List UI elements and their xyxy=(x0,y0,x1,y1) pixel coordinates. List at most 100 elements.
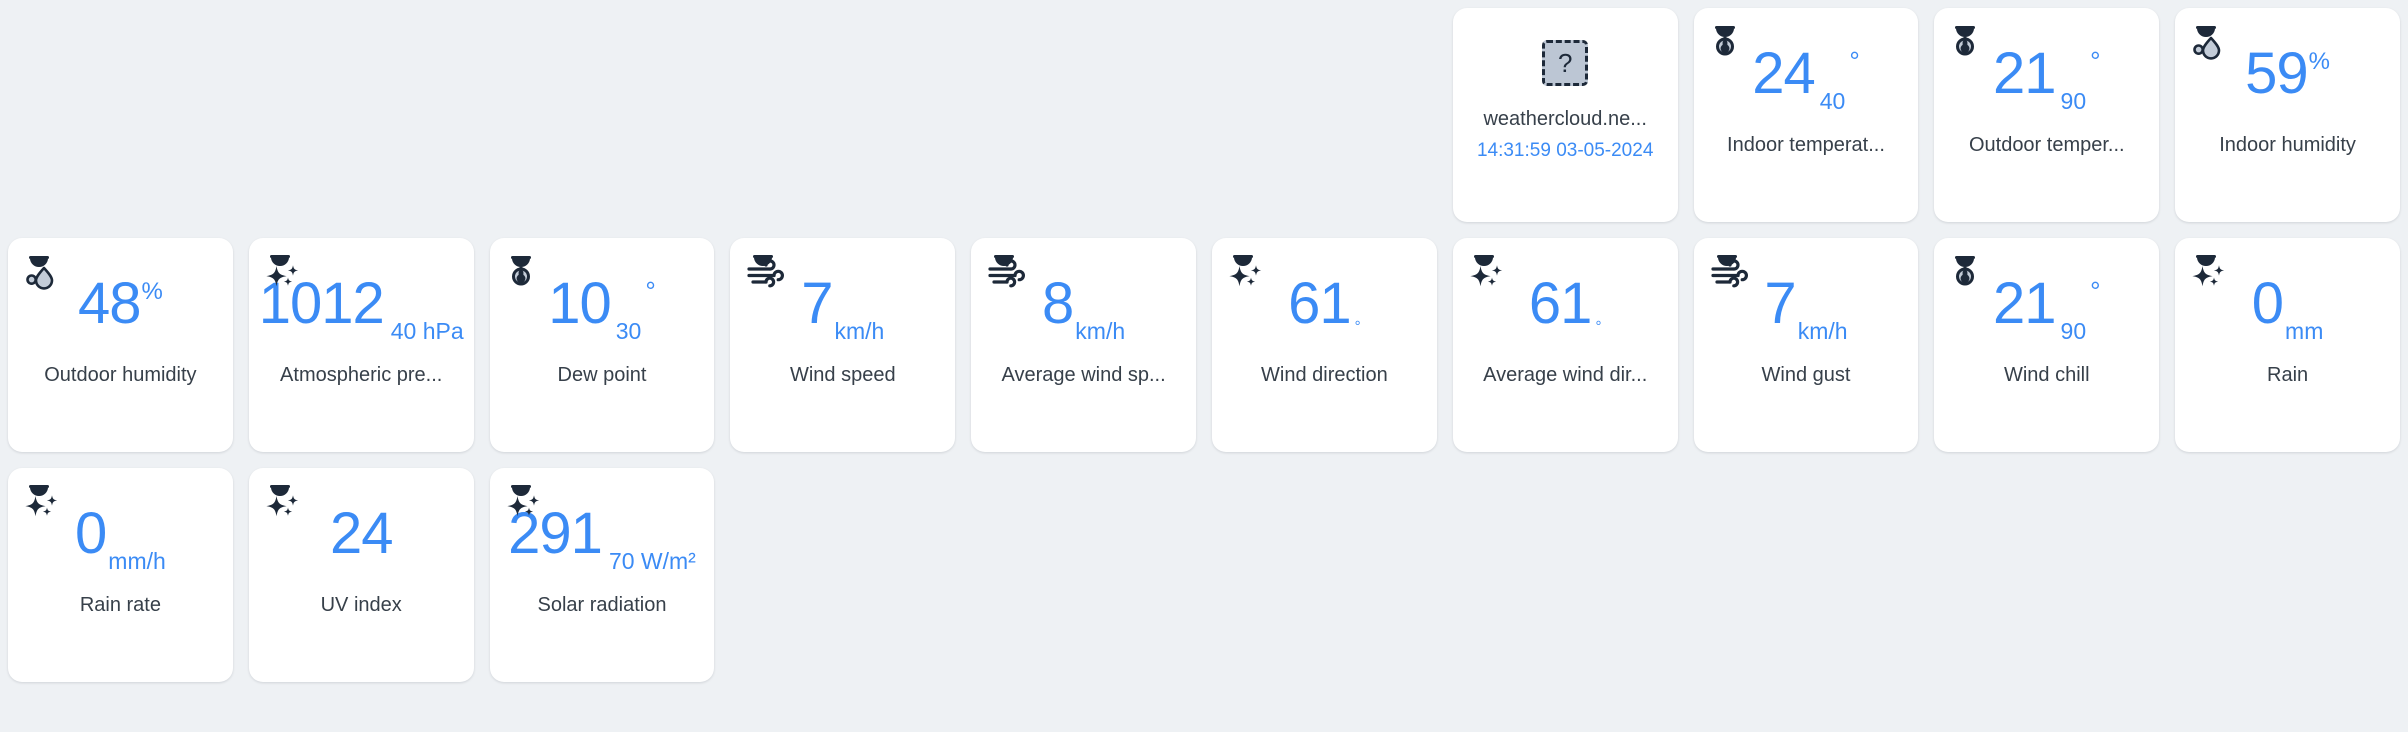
metric-card-indoor-humidity[interactable]: 59 % Indoor humidity xyxy=(2175,8,2400,222)
metric-label: Atmospheric pre... xyxy=(280,364,443,386)
grid-slot: 10 30 ° Dew point xyxy=(482,230,723,460)
metric-value: 0 xyxy=(2251,271,2284,336)
thermometer-icon xyxy=(1708,20,1750,62)
grid-slot: 21 90 ° Outdoor temper... xyxy=(1926,0,2167,230)
metric-card-rain[interactable]: 0 mm Rain xyxy=(2175,238,2400,452)
degree-symbol: ° xyxy=(1849,46,1860,76)
metric-label: Indoor temperat... xyxy=(1727,134,1885,156)
grid-slot: 59 % Indoor humidity xyxy=(2167,0,2408,230)
wind-icon xyxy=(744,250,786,292)
degree-symbol: ° xyxy=(2090,276,2101,306)
value-suffix: 90 xyxy=(2060,318,2087,344)
metric-label: Outdoor humidity xyxy=(44,364,197,386)
grid-slot: 291 70 W/m² Solar radiation xyxy=(482,460,723,690)
station-name: weathercloud.ne... xyxy=(1483,108,1647,130)
metric-value: 7 xyxy=(1764,271,1796,336)
metric-label: Wind direction xyxy=(1261,364,1388,386)
metric-value: 61 xyxy=(1288,271,1352,336)
sparkle-icon xyxy=(2189,250,2231,292)
metric-card-wind-speed[interactable]: 7 km/h Wind speed xyxy=(730,238,956,452)
metric-value: 21 xyxy=(1993,41,2057,106)
metric-value: 7 xyxy=(801,271,833,336)
value-suffix: % xyxy=(141,278,163,305)
value-suffix: mm xyxy=(2285,318,2324,344)
metric-card-solar-radiation[interactable]: 291 70 W/m² Solar radiation xyxy=(489,468,715,682)
metric-value: 21 xyxy=(1993,271,2057,336)
thermometer-icon xyxy=(504,250,546,292)
degree-symbol: ° xyxy=(645,276,656,306)
grid-slot: 8 km/h Average wind sp... xyxy=(963,230,1204,460)
metric-card-outdoor-humidity[interactable]: 48 % Outdoor humidity xyxy=(8,238,233,452)
degree-symbol: ° xyxy=(2090,46,2101,76)
sparkle-icon xyxy=(22,480,64,522)
metric-card-atmospheric-pressure[interactable]: 1012 40 hPa Atmospheric pre... xyxy=(248,238,474,452)
metric-card-average-wind-direction[interactable]: 61 ° Average wind dir... xyxy=(1452,238,1678,452)
metric-label: Dew point xyxy=(557,364,647,386)
metric-label: Solar radiation xyxy=(537,594,667,616)
metric-label: UV index xyxy=(320,594,402,616)
metric-value: 48 xyxy=(77,271,142,336)
metric-value: 59 xyxy=(2245,41,2309,106)
grid-slot: 7 km/h Wind speed xyxy=(722,230,963,460)
grid-slot: 61 ° Wind direction xyxy=(1204,230,1445,460)
value-suffix: km/h xyxy=(834,318,885,344)
sparkle-icon xyxy=(263,250,305,292)
grid-slot: 61 ° Average wind dir... xyxy=(1445,230,1686,460)
metric-label: Average wind sp... xyxy=(1001,364,1166,386)
grid-slot: 0 mm/h Rain rate xyxy=(0,460,241,690)
station-placeholder-icon: ? xyxy=(1542,40,1589,86)
grid-slot: 48 % Outdoor humidity xyxy=(0,230,241,460)
metric-card-average-wind-speed[interactable]: 8 km/h Average wind sp... xyxy=(971,238,1196,452)
grid-slot: 1012 40 hPa Atmospheric pre... xyxy=(241,230,482,460)
metric-label: Wind chill xyxy=(2003,364,2090,386)
value-suffix: 40 xyxy=(1819,88,1846,114)
station-card[interactable]: ? weathercloud.ne... 14:31:59 03-05-2024 xyxy=(1452,8,1678,222)
metric-label: Wind speed xyxy=(789,364,896,386)
weather-card-grid: ? weathercloud.ne... 14:31:59 03-05-2024… xyxy=(0,0,2408,690)
sparkle-icon xyxy=(263,480,305,522)
metric-value: 0 xyxy=(75,501,107,566)
value-suffix: 90 xyxy=(2060,88,2087,114)
value-suffix: % xyxy=(2308,48,2330,75)
grid-slot: 24 40 ° Indoor temperat... xyxy=(1686,0,1927,230)
value-suffix: 70 W/m² xyxy=(608,548,696,574)
metric-card-rain-rate[interactable]: 0 mm/h Rain rate xyxy=(8,468,233,682)
sparkle-icon xyxy=(504,480,546,522)
metric-card-wind-gust[interactable]: 7 km/h Wind gust xyxy=(1693,238,1919,452)
metric-label: Wind gust xyxy=(1761,364,1851,386)
value-suffix: 30 xyxy=(615,318,642,344)
droplet-icon xyxy=(22,250,64,292)
value-suffix: km/h xyxy=(1075,318,1126,344)
value-suffix: 40 hPa xyxy=(390,318,464,344)
grid-slot: 0 mm Rain xyxy=(2167,230,2408,460)
metric-card-wind-chill[interactable]: 21 90 ° Wind chill xyxy=(1934,238,2160,452)
metric-card-outdoor-temperature[interactable]: 21 90 ° Outdoor temper... xyxy=(1934,8,2160,222)
grid-slot: 24 UV index xyxy=(241,460,482,690)
sparkle-icon xyxy=(1467,250,1509,292)
thermometer-icon xyxy=(1948,250,1990,292)
metric-card-indoor-temperature[interactable]: 24 40 ° Indoor temperat... xyxy=(1693,8,1919,222)
metric-label: Outdoor temper... xyxy=(1968,134,2125,156)
metric-value: 10 xyxy=(548,271,612,336)
metric-label: Rain rate xyxy=(79,594,161,616)
metric-value: 24 xyxy=(329,501,394,566)
station-timestamp: 14:31:59 03-05-2024 xyxy=(1476,140,1654,161)
grid-slot: 21 90 ° Wind chill xyxy=(1926,230,2167,460)
droplet-icon xyxy=(2189,20,2231,62)
metric-card-uv-index[interactable]: 24 UV index xyxy=(248,468,474,682)
metric-card-dew-point[interactable]: 10 30 ° Dew point xyxy=(489,238,715,452)
metric-label: Rain xyxy=(2267,364,2309,386)
sparkle-icon xyxy=(1226,250,1268,292)
metric-value: 8 xyxy=(1042,271,1074,336)
metric-card-wind-direction[interactable]: 61 ° Wind direction xyxy=(1211,238,1437,452)
wind-icon xyxy=(1708,250,1750,292)
metric-value: 24 xyxy=(1752,41,1816,106)
value-suffix: ° xyxy=(1354,318,1361,335)
wind-icon xyxy=(985,250,1027,292)
metric-label: Average wind dir... xyxy=(1483,364,1648,386)
value-suffix: ° xyxy=(1595,318,1602,335)
thermometer-icon xyxy=(1948,20,1990,62)
grid-slot: ? weathercloud.ne... 14:31:59 03-05-2024 xyxy=(1445,0,1686,230)
metric-value: 61 xyxy=(1528,271,1593,336)
value-suffix: mm/h xyxy=(108,548,166,574)
